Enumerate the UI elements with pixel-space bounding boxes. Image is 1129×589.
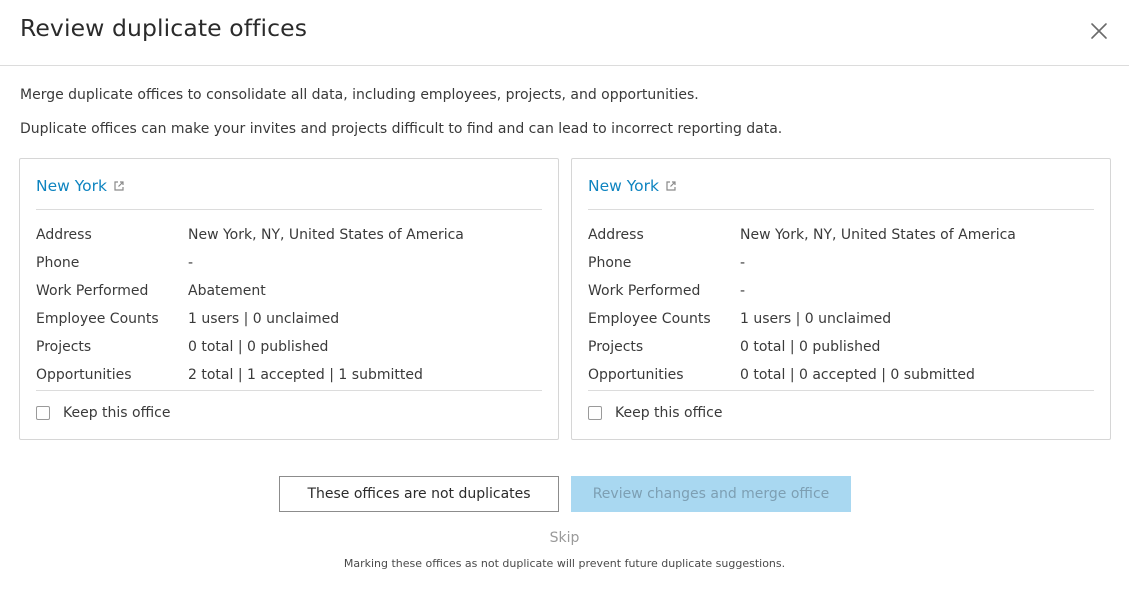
detail-label: Address bbox=[36, 227, 92, 243]
keep-office-label: Keep this office bbox=[615, 405, 723, 421]
detail-label: Work Performed bbox=[36, 283, 149, 299]
office-link[interactable]: New York bbox=[588, 177, 678, 195]
keep-office-option[interactable]: Keep this office bbox=[36, 405, 170, 421]
intro-text: Merge duplicate offices to consolidate a… bbox=[20, 87, 699, 103]
detail-value: 1 users | 0 unclaimed bbox=[188, 311, 340, 327]
skip-link[interactable]: Skip bbox=[550, 530, 580, 546]
keep-office-option[interactable]: Keep this office bbox=[588, 405, 722, 421]
detail-value: 0 total | 0 accepted | 0 submitted bbox=[740, 367, 975, 383]
detail-value: 0 total | 0 published bbox=[188, 339, 329, 355]
intro-warning-text: Duplicate offices can make your invites … bbox=[20, 121, 783, 137]
detail-row-phone: Phone - bbox=[36, 249, 542, 277]
detail-label: Phone bbox=[36, 255, 80, 271]
detail-row-projects: Projects 0 total | 0 published bbox=[36, 333, 542, 361]
detail-label: Projects bbox=[36, 339, 92, 355]
detail-value: - bbox=[740, 283, 746, 299]
divider bbox=[36, 209, 542, 210]
merge-office-button[interactable]: Review changes and merge office bbox=[571, 476, 851, 512]
detail-row-address: Address New York, NY, United States of A… bbox=[588, 221, 1094, 249]
detail-value: New York, NY, United States of America bbox=[740, 227, 1016, 243]
detail-row-projects: Projects 0 total | 0 published bbox=[588, 333, 1094, 361]
detail-row-phone: Phone - bbox=[588, 249, 1094, 277]
detail-value: New York, NY, United States of America bbox=[188, 227, 464, 243]
detail-label: Address bbox=[588, 227, 644, 243]
detail-row-work-performed: Work Performed - bbox=[588, 277, 1094, 305]
detail-row-address: Address New York, NY, United States of A… bbox=[36, 221, 542, 249]
keep-office-label: Keep this office bbox=[63, 405, 171, 421]
close-icon[interactable] bbox=[1089, 21, 1109, 41]
detail-label: Opportunities bbox=[588, 367, 684, 383]
divider bbox=[588, 209, 1094, 210]
office-card-1: New York Address New York, NY, United St… bbox=[19, 158, 559, 440]
detail-value: 0 total | 0 published bbox=[740, 339, 881, 355]
detail-value: - bbox=[740, 255, 746, 271]
detail-value: - bbox=[188, 255, 194, 271]
office-details: Address New York, NY, United States of A… bbox=[36, 221, 542, 389]
detail-label: Opportunities bbox=[36, 367, 132, 383]
detail-row-opportunities: Opportunities 0 total | 0 accepted | 0 s… bbox=[588, 361, 1094, 389]
external-link-icon bbox=[664, 179, 678, 193]
detail-label: Phone bbox=[588, 255, 632, 271]
detail-row-work-performed: Work Performed Abatement bbox=[36, 277, 542, 305]
keep-office-checkbox[interactable] bbox=[588, 406, 602, 420]
office-link[interactable]: New York bbox=[36, 177, 126, 195]
office-name[interactable]: New York bbox=[36, 177, 107, 195]
review-duplicates-modal: Review duplicate offices Merge duplicate… bbox=[0, 0, 1129, 589]
not-duplicate-note: Marking these offices as not duplicate w… bbox=[343, 557, 786, 570]
detail-value: 1 users | 0 unclaimed bbox=[740, 311, 892, 327]
detail-label: Work Performed bbox=[588, 283, 701, 299]
keep-office-checkbox[interactable] bbox=[36, 406, 50, 420]
detail-row-employee-counts: Employee Counts 1 users | 0 unclaimed bbox=[588, 305, 1094, 333]
modal-header: Review duplicate offices bbox=[0, 0, 1129, 66]
divider bbox=[36, 390, 542, 391]
external-link-icon bbox=[112, 179, 126, 193]
detail-label: Employee Counts bbox=[36, 311, 159, 327]
detail-row-employee-counts: Employee Counts 1 users | 0 unclaimed bbox=[36, 305, 542, 333]
skip-container: Skip bbox=[0, 530, 1129, 546]
divider bbox=[588, 390, 1094, 391]
detail-row-opportunities: Opportunities 2 total | 1 accepted | 1 s… bbox=[36, 361, 542, 389]
detail-label: Projects bbox=[588, 339, 644, 355]
office-name[interactable]: New York bbox=[588, 177, 659, 195]
detail-value: 2 total | 1 accepted | 1 submitted bbox=[188, 367, 423, 383]
detail-value: Abatement bbox=[188, 283, 266, 299]
not-duplicates-button[interactable]: These offices are not duplicates bbox=[279, 476, 559, 512]
detail-label: Employee Counts bbox=[588, 311, 711, 327]
office-card-2: New York Address New York, NY, United St… bbox=[571, 158, 1111, 440]
modal-title: Review duplicate offices bbox=[20, 14, 308, 42]
office-details: Address New York, NY, United States of A… bbox=[588, 221, 1094, 389]
